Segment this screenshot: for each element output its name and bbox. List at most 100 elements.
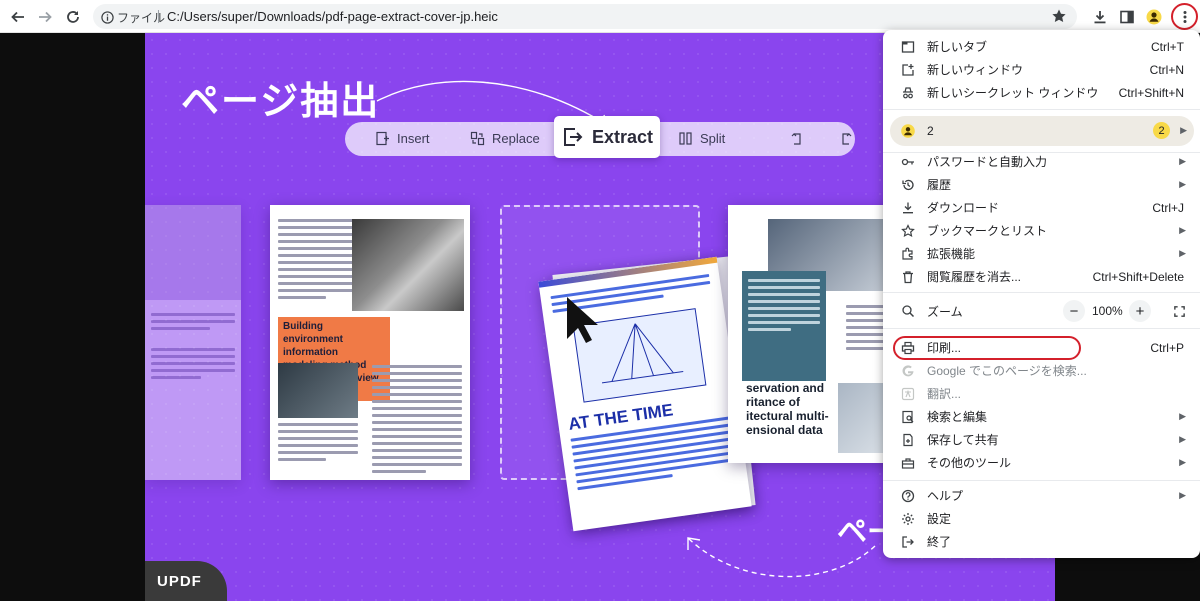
new-window-icon	[900, 62, 916, 78]
chrome-main-menu: 新しいタブ Ctrl+T 新しいウィンドウ Ctrl+N 新しいシークレット ウ…	[883, 30, 1200, 558]
menu-item-exit[interactable]: 終了	[883, 530, 1200, 553]
fullscreen-button[interactable]	[1168, 300, 1190, 322]
menu-item-help[interactable]: ヘルプ ▶	[883, 484, 1200, 507]
side-panel-button[interactable]	[1114, 4, 1140, 30]
segment-label: Insert	[397, 131, 430, 146]
hero-title: ページ抽出	[181, 81, 381, 123]
download-icon	[900, 200, 916, 216]
menu-item-extensions[interactable]: 拡張機能 ▶	[883, 242, 1200, 265]
menu-item-save-share[interactable]: 保存して共有 ▶	[883, 428, 1200, 451]
faded-page-left	[145, 205, 241, 480]
site-info-chip[interactable]: ファイル	[101, 9, 165, 26]
bookmark-star-icon	[900, 223, 916, 239]
chevron-right-icon: ▶	[1179, 411, 1186, 421]
segment-active-label: Extract	[591, 126, 654, 147]
segment-replace: Replace	[470, 131, 540, 146]
address-bar[interactable]: ファイル C:/Users/super/Downloads/pdf-page-e…	[93, 4, 1077, 29]
back-arrow-icon	[11, 11, 24, 23]
chevron-right-icon: ▶	[1180, 125, 1187, 135]
menu-item-label: 新しいタブ	[927, 40, 988, 54]
menu-item-new-tab[interactable]: 新しいタブ Ctrl+T	[883, 35, 1200, 58]
omnibox-divider	[158, 10, 159, 23]
menu-item-label: 履歴	[927, 178, 952, 192]
menu-item-shortcut: Ctrl+N	[1149, 62, 1184, 77]
logo-text: UPDF	[157, 572, 202, 590]
translate-icon	[900, 386, 916, 402]
exit-icon	[900, 534, 916, 550]
menu-item-label: 検索と編集	[927, 410, 988, 424]
menu-divider	[883, 480, 1200, 481]
menu-divider	[883, 328, 1200, 329]
print-item-highlight	[893, 336, 1081, 360]
menu-item-shortcut: Ctrl+Shift+N	[1118, 85, 1184, 100]
reload-button[interactable]	[60, 4, 86, 30]
profile-button[interactable]	[1141, 4, 1167, 30]
key-icon	[900, 154, 916, 170]
menu-item-settings[interactable]: 設定	[883, 507, 1200, 530]
back-button[interactable]	[5, 4, 31, 30]
bookmark-star-icon[interactable]	[1051, 8, 1067, 24]
segment-extract-active: Extract	[554, 116, 660, 158]
menu-item-label: 新しいシークレット ウィンドウ	[927, 86, 1099, 100]
menu-item-passwords[interactable]: パスワードと自動入力 ▶	[883, 150, 1200, 173]
menu-item-new-window[interactable]: 新しいウィンドウ Ctrl+N	[883, 58, 1200, 81]
replace-icon	[470, 131, 485, 146]
menu-item-label: ズーム	[927, 304, 963, 319]
menu-item-incognito[interactable]: 新しいシークレット ウィンドウ Ctrl+Shift+N	[883, 81, 1200, 104]
menu-item-clear-data[interactable]: 閲覧履歴を消去... Ctrl+Shift+Delete	[883, 265, 1200, 288]
photo-building	[352, 219, 464, 311]
trash-icon	[900, 269, 916, 285]
rotate-right-icon	[838, 131, 853, 146]
chevron-right-icon: ▶	[1179, 248, 1186, 258]
extract-icon	[563, 128, 583, 146]
menu-item-history[interactable]: 履歴 ▶	[883, 173, 1200, 196]
menu-item-translate[interactable]: 翻訳...	[883, 382, 1200, 405]
zoom-out-button[interactable]: −	[1063, 300, 1085, 322]
incognito-icon	[900, 85, 916, 101]
menu-item-label: ブックマークとリスト	[927, 224, 1048, 238]
avatar-icon	[900, 123, 916, 139]
menu-item-label: 閲覧履歴を消去...	[927, 270, 1022, 284]
menu-item-bookmarks[interactable]: ブックマークとリスト ▶	[883, 219, 1200, 242]
menu-item-more-tools[interactable]: その他のツール ▶	[883, 451, 1200, 474]
teal-sidebar-block	[742, 271, 826, 381]
menu-profile-row[interactable]: 2 2 ▶	[890, 116, 1194, 146]
updf-logo: UPDF	[145, 561, 227, 601]
chevron-right-icon: ▶	[1179, 434, 1186, 444]
menu-divider	[883, 292, 1200, 293]
menu-item-downloads[interactable]: ダウンロード Ctrl+J	[883, 196, 1200, 219]
menu-item-find-edit[interactable]: 検索と編集 ▶	[883, 405, 1200, 428]
split-icon	[679, 132, 692, 145]
forward-arrow-icon	[39, 11, 52, 23]
segment-insert: Insert	[375, 131, 430, 146]
faded-page-image	[145, 205, 241, 300]
insert-icon	[376, 131, 389, 146]
menu-item-label: 翻訳...	[927, 387, 962, 401]
segment-label: Split	[700, 131, 726, 146]
zoom-in-label: +	[1135, 302, 1145, 320]
menu-item-zoom: ズーム	[883, 299, 1200, 323]
page-callout: servation and ritance of itectural multi…	[746, 381, 829, 437]
segment-split: Split	[678, 131, 725, 146]
chevron-right-icon: ▶	[1179, 490, 1186, 500]
page-thumbnail-1: Building environment information modelin…	[270, 205, 470, 480]
reload-icon	[67, 11, 79, 23]
url-text[interactable]: C:/Users/super/Downloads/pdf-page-extrac…	[167, 9, 498, 24]
browser-toolbar: ファイル C:/Users/super/Downloads/pdf-page-e…	[0, 0, 1200, 33]
menu-item-label: 新しいウィンドウ	[927, 63, 1024, 77]
menu-item-label: ヘルプ	[927, 489, 964, 503]
history-icon	[900, 177, 916, 193]
settings-icon	[900, 511, 916, 527]
menu-item-google-search[interactable]: Google でこのページを検索...	[883, 359, 1200, 382]
menu-item-shortcut: Ctrl+J	[1152, 200, 1184, 215]
zoom-icon	[900, 303, 916, 319]
menu-item-label: 拡張機能	[927, 247, 976, 261]
menu-item-shortcut: Ctrl+T	[1151, 39, 1184, 54]
chevron-right-icon: ▶	[1179, 225, 1186, 235]
downloads-button[interactable]	[1087, 4, 1113, 30]
profile-badge: 2	[1153, 122, 1170, 139]
forward-button[interactable]	[32, 4, 58, 30]
mouse-cursor-icon	[567, 297, 598, 343]
menu-item-shortcut: Ctrl+Shift+Delete	[1092, 269, 1184, 284]
zoom-in-button[interactable]: +	[1129, 300, 1151, 322]
